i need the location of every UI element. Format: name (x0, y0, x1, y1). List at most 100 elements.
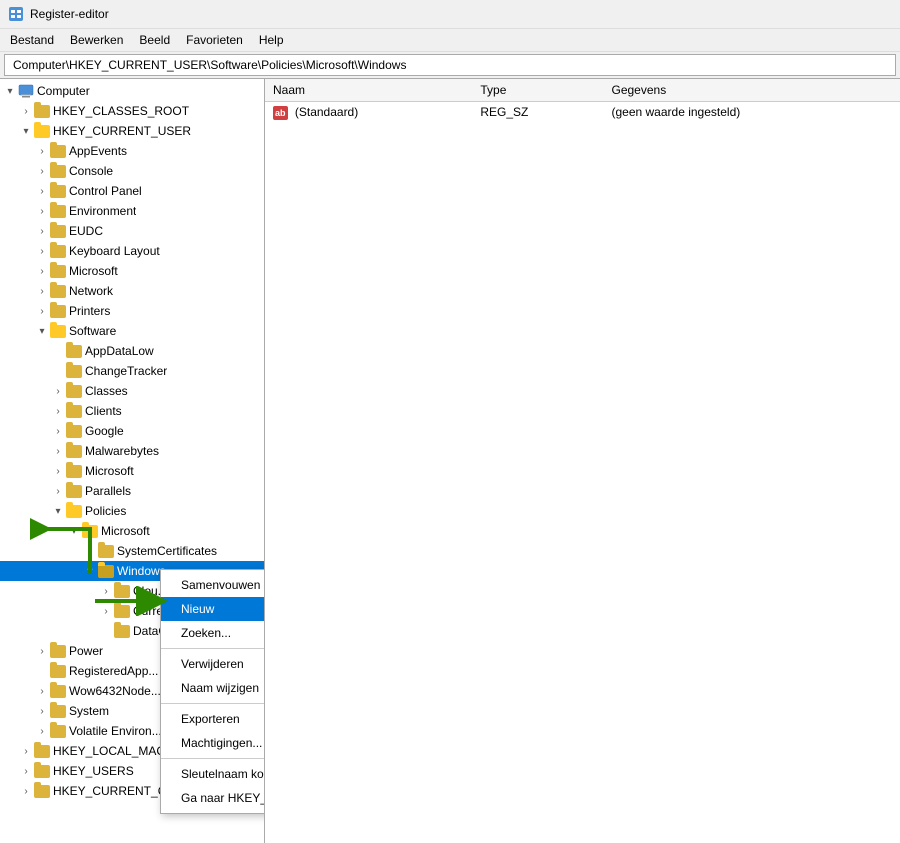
folder-icon-eudc (50, 225, 66, 238)
folder-icon-software (50, 325, 66, 338)
expand-microsoft[interactable]: › (34, 266, 50, 277)
expand-network[interactable]: › (34, 286, 50, 297)
tree-label-hku: HKEY_USERS (53, 764, 134, 778)
tree-item-microsoft[interactable]: › Microsoft (0, 261, 264, 281)
expand-keyboardlayout[interactable]: › (34, 246, 50, 257)
tree-label-microsoft: Microsoft (69, 264, 118, 278)
tree-label-console: Console (69, 164, 113, 178)
tree-label-network: Network (69, 284, 113, 298)
tree-item-appdatalow[interactable]: › AppDataLow (0, 341, 264, 361)
folder-icon-environment (50, 205, 66, 218)
context-menu[interactable]: Samenvouwen Nieuw › Sleutel Tekenreekswa… (160, 569, 265, 814)
green-arrow-up (30, 499, 110, 579)
table-row[interactable]: ab (Standaard) REG_SZ (geen waarde inges… (265, 102, 900, 123)
tree-item-computer[interactable]: ▾ Computer (0, 81, 264, 101)
green-arrow-left-1 (95, 586, 170, 616)
folder-icon-microsoft2 (66, 465, 82, 478)
context-menu-ga-naar[interactable]: Ga naar HKEY_LOCAL_MACHINE (161, 786, 265, 810)
tree-panel[interactable]: ▾ Computer › HKEY_CLASSES_ROOT ▾ HKEY_CU… (0, 79, 265, 843)
tree-label-appdatalow: AppDataLow (85, 344, 154, 358)
expand-controlpanel[interactable]: › (34, 186, 50, 197)
tree-label-software: Software (69, 324, 116, 338)
tree-item-printers[interactable]: › Printers (0, 301, 264, 321)
tree-item-hkcu[interactable]: ▾ HKEY_CURRENT_USER (0, 121, 264, 141)
expand-hkcc[interactable]: › (18, 786, 34, 797)
expand-appevents[interactable]: › (34, 146, 50, 157)
menu-bestand[interactable]: Bestand (4, 31, 60, 49)
expand-system[interactable]: › (34, 706, 50, 717)
expand-eudc[interactable]: › (34, 226, 50, 237)
context-menu-sleutelnaam[interactable]: Sleutelnaam kopiëren (161, 762, 265, 786)
tree-item-console[interactable]: › Console (0, 161, 264, 181)
tree-item-parallels[interactable]: › Parallels (0, 481, 264, 501)
expand-hklm[interactable]: › (18, 746, 34, 757)
tree-label-controlpanel: Control Panel (69, 184, 142, 198)
tree-label-microsoft2: Microsoft (85, 464, 134, 478)
folder-icon-parallels (66, 485, 82, 498)
col-gegevens: Gegevens (603, 79, 900, 102)
tree-item-keyboardlayout[interactable]: › Keyboard Layout (0, 241, 264, 261)
tree-item-controlpanel[interactable]: › Control Panel (0, 181, 264, 201)
tree-label-google: Google (85, 424, 124, 438)
address-bar: Computer\HKEY_CURRENT_USER\Software\Poli… (4, 54, 896, 76)
menu-bar: Bestand Bewerken Beeld Favorieten Help (0, 29, 900, 52)
expand-software[interactable]: ▾ (34, 326, 50, 337)
expand-volatile[interactable]: › (34, 726, 50, 737)
menu-help[interactable]: Help (253, 31, 290, 49)
tree-label-malwarebytes: Malwarebytes (85, 444, 159, 458)
expand-wow6432[interactable]: › (34, 686, 50, 697)
context-menu-samenvouwen[interactable]: Samenvouwen (161, 573, 265, 597)
context-menu-sep1 (161, 648, 265, 649)
expand-hku[interactable]: › (18, 766, 34, 777)
tree-item-software[interactable]: ▾ Software (0, 321, 264, 341)
context-menu-zoeken[interactable]: Zoeken... (161, 621, 265, 645)
tree-item-changetracker[interactable]: › ChangeTracker (0, 361, 264, 381)
expand-environment[interactable]: › (34, 206, 50, 217)
expand-hkcu[interactable]: ▾ (18, 126, 34, 137)
expand-power[interactable]: › (34, 646, 50, 657)
folder-icon-controlpanel (50, 185, 66, 198)
tree-label-clients: Clients (85, 404, 122, 418)
folder-icon-registeredapp (50, 665, 66, 678)
tree-item-google[interactable]: › Google (0, 421, 264, 441)
context-menu-machtigingen[interactable]: Machtigingen... (161, 731, 265, 755)
expand-hkcr[interactable]: › (18, 106, 34, 117)
folder-icon-datacol (114, 625, 130, 638)
right-panel: Naam Type Gegevens ab (Standaard) REG_SZ… (265, 79, 900, 843)
expand-console[interactable]: › (34, 166, 50, 177)
tree-item-appevents[interactable]: › AppEvents (0, 141, 264, 161)
expand-malwarebytes[interactable]: › (50, 446, 66, 457)
context-menu-overlay: Samenvouwen Nieuw › Sleutel Tekenreekswa… (160, 569, 265, 814)
tree-item-eudc[interactable]: › EUDC (0, 221, 264, 241)
expand-computer[interactable]: ▾ (2, 86, 18, 97)
tree-label-power: Power (69, 644, 103, 658)
context-menu-exporteren[interactable]: Exporteren (161, 707, 265, 731)
expand-clients[interactable]: › (50, 406, 66, 417)
folder-icon-wow6432 (50, 685, 66, 698)
tree-item-microsoft2[interactable]: › Microsoft (0, 461, 264, 481)
context-menu-verwijderen[interactable]: Verwijderen (161, 652, 265, 676)
title-bar: Register-editor (0, 0, 900, 29)
tree-item-hkcr[interactable]: › HKEY_CLASSES_ROOT (0, 101, 264, 121)
folder-icon-volatile (50, 725, 66, 738)
menu-favorieten[interactable]: Favorieten (180, 31, 249, 49)
tree-label-environment: Environment (69, 204, 136, 218)
context-menu-naamwijzigen[interactable]: Naam wijzigen (161, 676, 265, 700)
tree-item-network[interactable]: › Network (0, 281, 264, 301)
expand-google[interactable]: › (50, 426, 66, 437)
tree-label-changetracker: ChangeTracker (85, 364, 167, 378)
menu-bewerken[interactable]: Bewerken (64, 31, 129, 49)
tree-item-clients[interactable]: › Clients (0, 401, 264, 421)
tree-item-classes[interactable]: › Classes (0, 381, 264, 401)
expand-classes[interactable]: › (50, 386, 66, 397)
tree-label-wow6432: Wow6432Node... (69, 684, 161, 698)
tree-item-environment[interactable]: › Environment (0, 201, 264, 221)
menu-beeld[interactable]: Beeld (133, 31, 176, 49)
expand-printers[interactable]: › (34, 306, 50, 317)
context-menu-nieuw[interactable]: Nieuw › Sleutel Tekenreekswaarde Binaire… (161, 597, 265, 621)
tree-label-hkcr: HKEY_CLASSES_ROOT (53, 104, 189, 118)
expand-microsoft2[interactable]: › (50, 466, 66, 477)
folder-icon-microsoft (50, 265, 66, 278)
tree-item-malwarebytes[interactable]: › Malwarebytes (0, 441, 264, 461)
expand-parallels[interactable]: › (50, 486, 66, 497)
